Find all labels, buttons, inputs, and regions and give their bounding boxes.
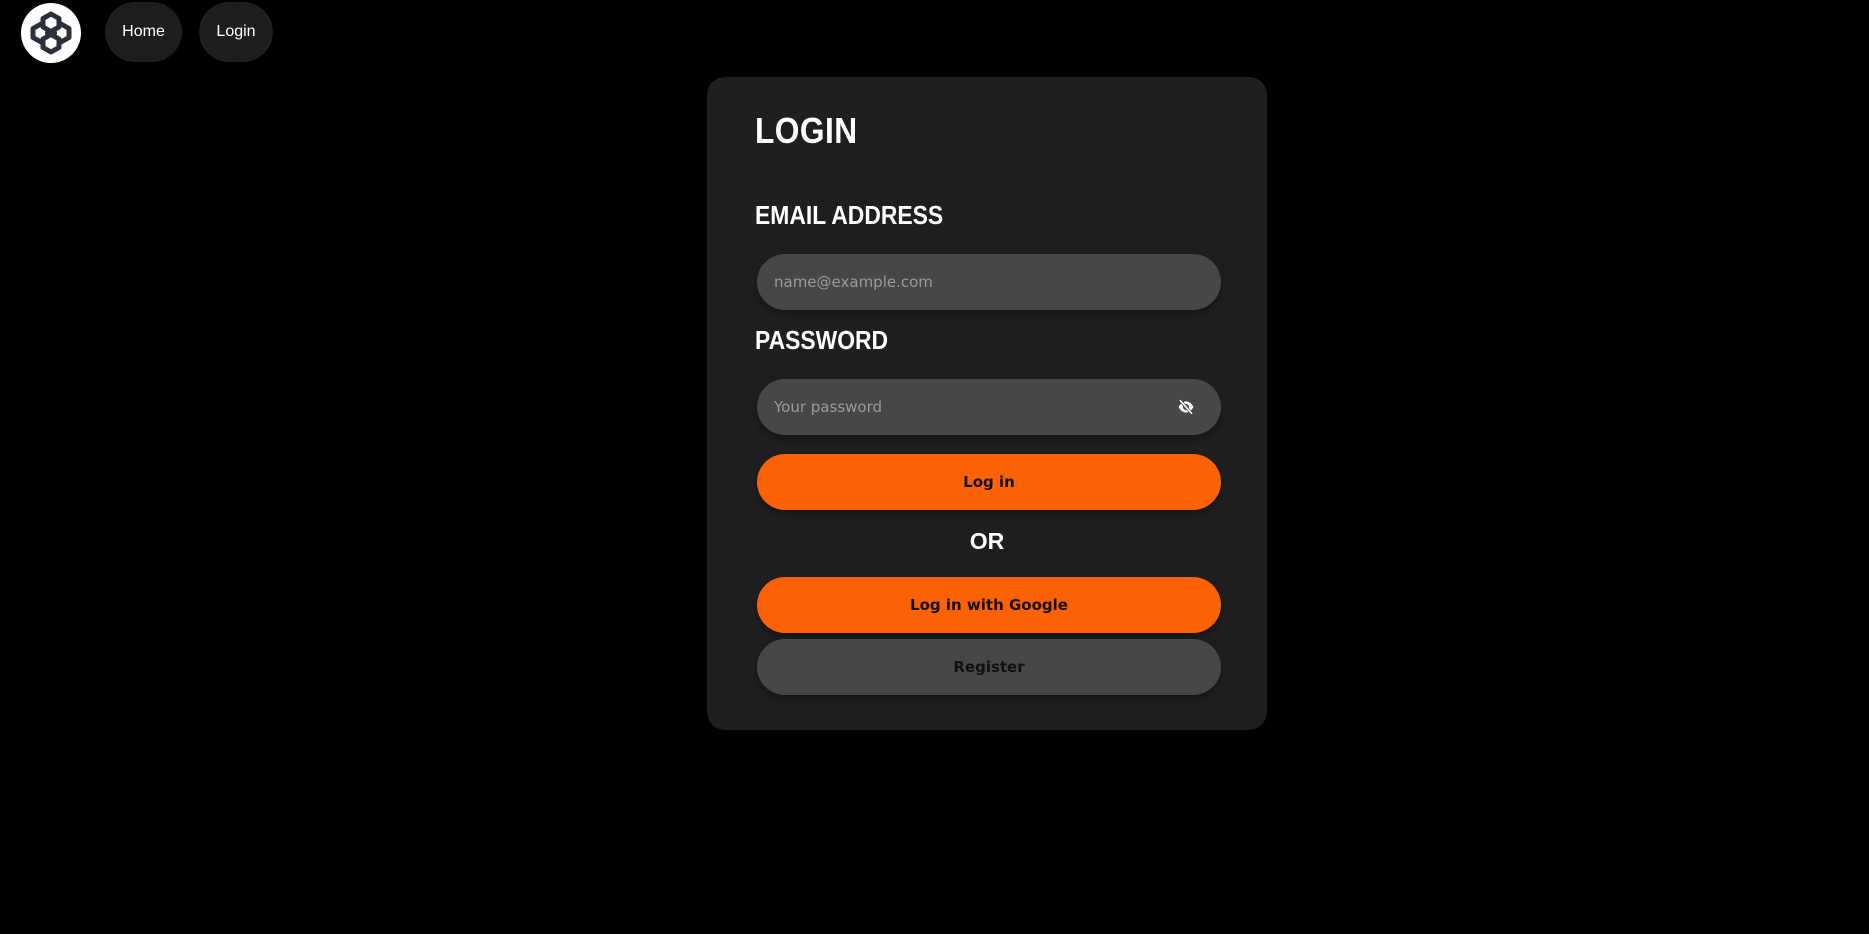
nav-login-button[interactable]: Login [199, 2, 273, 62]
log-in-button[interactable]: Log in [757, 454, 1221, 510]
logo[interactable] [21, 3, 81, 63]
email-field-container [757, 254, 1221, 310]
register-button[interactable]: Register [757, 639, 1221, 695]
page-title: LOGIN [755, 110, 858, 151]
email-label: EMAIL ADDRESS [755, 200, 944, 230]
password-field[interactable] [774, 379, 1164, 435]
nav-home-button[interactable]: Home [105, 2, 182, 62]
hexagon-knot-logo-icon [30, 11, 72, 55]
login-card: LOGIN EMAIL ADDRESS PASSWORD Log in OR L… [707, 77, 1267, 730]
or-separator: OR [969, 528, 1005, 554]
email-field[interactable] [774, 254, 1164, 310]
google-login-button[interactable]: Log in with Google [757, 577, 1221, 633]
top-navigation: Home Login [0, 0, 1869, 64]
password-label: PASSWORD [755, 325, 889, 355]
eye-slash-icon[interactable] [1177, 398, 1195, 416]
password-field-container [757, 379, 1221, 435]
